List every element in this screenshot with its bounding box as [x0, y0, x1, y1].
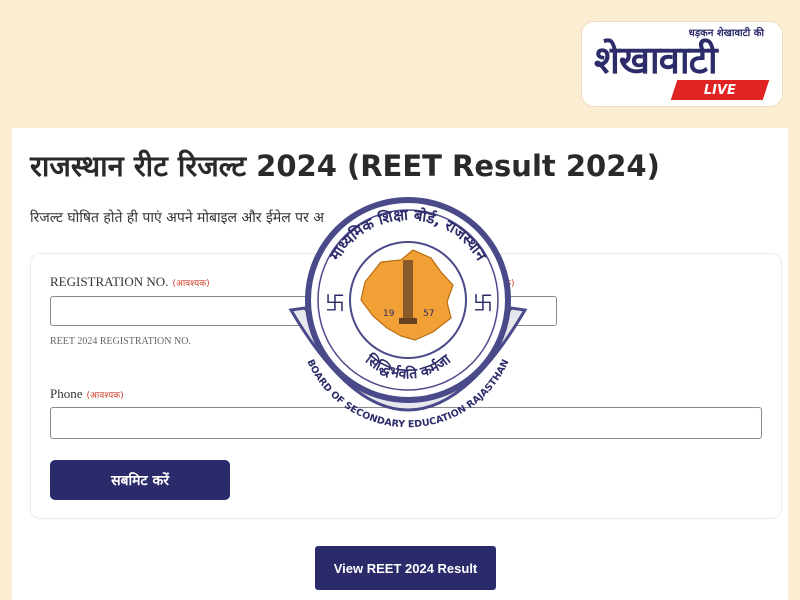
site-logo[interactable]: धड़कन शेखावाटी की शेखावाटी LIVE — [582, 22, 782, 106]
view-result-button[interactable]: View REET 2024 Result — [315, 546, 496, 590]
registration-label: REGISTRATION NO. (आवश्यक) — [50, 274, 210, 289]
registration-help: REET 2024 REGISTRATION NO. — [50, 336, 191, 347]
page-title: राजस्थान रीट रिजल्ट 2024 (REET Result 20… — [30, 149, 660, 183]
submit-button[interactable]: सबमिट करें — [50, 460, 230, 500]
seal-year-right: 57 — [423, 309, 434, 319]
seal-year-left: 19 — [383, 309, 395, 319]
required-marker: (आवश्यक) — [86, 391, 124, 401]
required-marker: (आवश्यक) — [172, 279, 210, 289]
logo-tagline: धड़कन शेखावाटी की — [688, 28, 764, 39]
live-badge: LIVE — [670, 80, 770, 100]
board-seal: BOARD OF SECONDARY EDUCATION RAJASTHAN म… — [288, 197, 528, 430]
swastika-icon-right: 卐 — [473, 291, 493, 315]
swastika-icon-left: 卐 — [325, 291, 345, 315]
page-subtitle: रिजल्ट घोषित होते ही पाएं अपने मोबाइल और… — [30, 210, 324, 226]
logo-brand: शेखावाटी — [594, 38, 718, 82]
phone-label: Phone (आवश्यक) — [50, 386, 124, 401]
tower-icon — [403, 260, 413, 322]
